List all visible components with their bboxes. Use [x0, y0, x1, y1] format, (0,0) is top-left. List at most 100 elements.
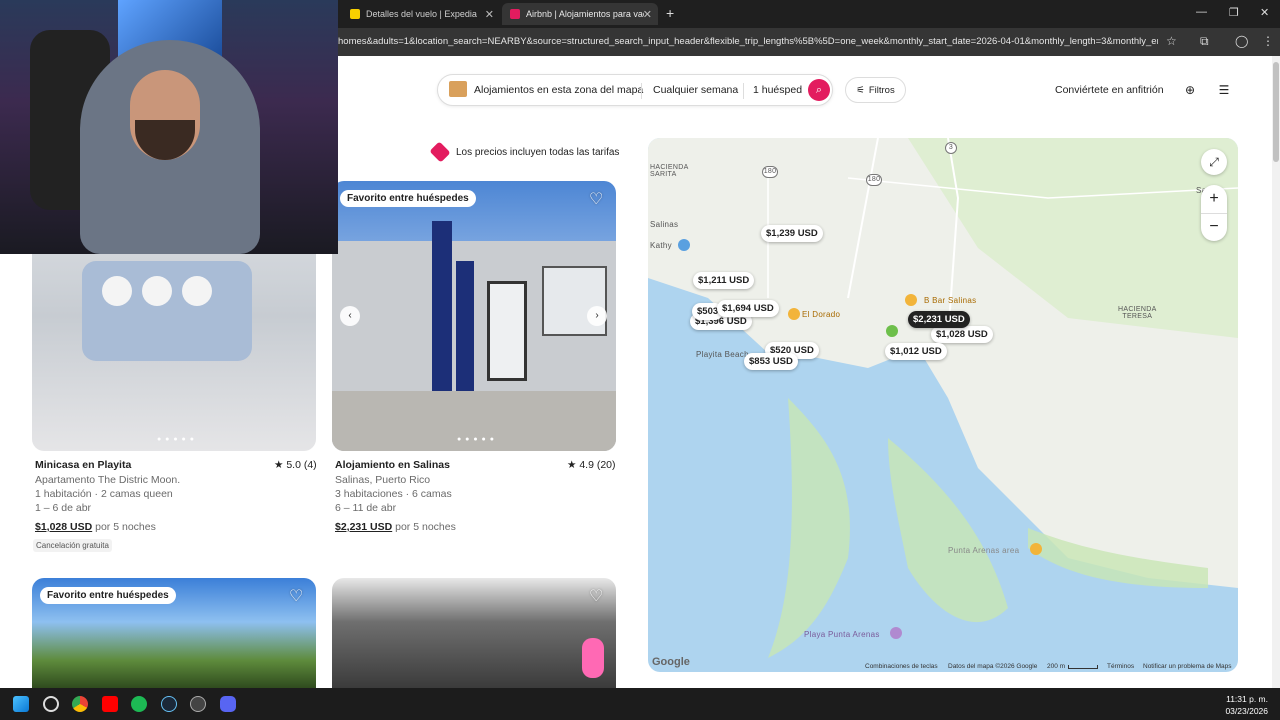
- close-tab-icon[interactable]: ✕: [485, 8, 494, 21]
- report-problem-link[interactable]: Notificar un problema de Maps: [1143, 663, 1232, 670]
- flamingo-graphic: [582, 638, 604, 678]
- zoom-in-button[interactable]: +: [1201, 185, 1227, 213]
- divider: [641, 83, 642, 99]
- dates-segment[interactable]: Cualquier semana: [653, 84, 738, 96]
- heart-icon[interactable]: ♡: [289, 586, 303, 606]
- address-bar[interactable]: homes&adults=1&location_search=NEARBY&so…: [338, 36, 1158, 47]
- windows-start-icon[interactable]: [13, 696, 29, 712]
- webcam-overlay: [0, 0, 338, 254]
- new-tab-icon[interactable]: +: [666, 5, 674, 21]
- zoom-controls: + −: [1201, 185, 1227, 241]
- discord-icon[interactable]: [220, 696, 236, 712]
- chrome-icon[interactable]: [72, 696, 88, 712]
- restaurant-poi-icon: [788, 308, 800, 320]
- zoom-out-button[interactable]: −: [1201, 213, 1227, 241]
- guests-segment[interactable]: 1 huésped: [753, 84, 802, 96]
- price-amount: $1,028 USD: [35, 521, 93, 533]
- free-cancellation-badge: Cancelación gratuita: [33, 539, 112, 552]
- tab-label: Airbnb | Alojamientos para vac: [526, 9, 644, 19]
- map-label-b-bar: B Bar Salinas: [924, 296, 977, 305]
- heart-icon[interactable]: ♡: [589, 586, 603, 606]
- listing-price[interactable]: $1,028 USD por 5 noches: [35, 521, 156, 533]
- scale-bar: [1068, 665, 1098, 669]
- scrollbar-thumb[interactable]: [1273, 62, 1279, 162]
- price-pin-selected[interactable]: $2,231 USD: [908, 311, 970, 328]
- bookmark-star-icon[interactable]: ☆: [1166, 34, 1177, 48]
- globe-icon[interactable]: ⊕: [1178, 78, 1202, 102]
- price-suffix: por 5 noches: [395, 521, 456, 533]
- flower-graphic: [142, 276, 172, 306]
- restore-icon[interactable]: ❐: [1229, 6, 1239, 19]
- listing-photo[interactable]: [332, 578, 616, 688]
- system-clock[interactable]: 11:31 p. m. 03/23/2026: [1225, 693, 1268, 717]
- beach-poi-icon: [890, 627, 902, 639]
- keyboard-shortcuts-link[interactable]: Combinaciones de teclas: [865, 663, 938, 670]
- location-segment[interactable]: Alojamientos en esta zona del mapa: [474, 84, 643, 96]
- close-window-icon[interactable]: ✕: [1260, 6, 1269, 19]
- map[interactable]: HACIENDA SARITA HACIENDA TERESA Salinas …: [648, 138, 1238, 672]
- listing-dates: 6 – 11 de abr: [335, 502, 397, 514]
- minimize-icon[interactable]: —: [1196, 6, 1207, 18]
- prev-photo-button[interactable]: ‹: [340, 306, 360, 326]
- pillow-graphic: [82, 261, 252, 361]
- listing-title[interactable]: Alojamiento en Salinas: [335, 459, 450, 471]
- youtube-icon[interactable]: [102, 696, 118, 712]
- flower-graphic: [182, 276, 212, 306]
- terms-link[interactable]: Términos: [1107, 663, 1134, 670]
- price-pin[interactable]: $1,694 USD: [717, 300, 779, 317]
- scale-label: 200 m: [1047, 663, 1066, 670]
- price-pin[interactable]: $1,211 USD: [693, 272, 755, 289]
- map-label-hacienda-sarita: HACIENDA SARITA: [650, 164, 689, 178]
- map-label-salinas-west: Salinas: [650, 220, 679, 229]
- listing-subtitle: Apartamento The Distric Moon.: [35, 474, 181, 486]
- search-bar[interactable]: Alojamientos en esta zona del mapa Cualq…: [437, 74, 833, 106]
- clock-date: 03/23/2026: [1225, 706, 1268, 716]
- column-graphic: [432, 221, 452, 391]
- app-icon[interactable]: [190, 696, 206, 712]
- tab-label: Detalles del vuelo | Expedia: [366, 9, 477, 19]
- scrollbar[interactable]: [1272, 56, 1280, 688]
- tab-expedia[interactable]: Detalles del vuelo | Expedia ✕: [342, 3, 500, 25]
- tab-airbnb[interactable]: Airbnb | Alojamientos para vac ✕: [502, 3, 658, 25]
- guest-favorite-badge: Favorito entre huéspedes: [340, 190, 476, 207]
- expedia-favicon-icon: [350, 9, 360, 19]
- price-pin[interactable]: $853 USD: [744, 353, 798, 370]
- search-icon[interactable]: [43, 696, 59, 712]
- price-pin[interactable]: $1,012 USD: [885, 343, 947, 360]
- listing-price[interactable]: $2,231 USD por 5 noches: [335, 521, 456, 533]
- spotify-icon[interactable]: [131, 696, 147, 712]
- taskbar: 11:31 p. m. 03/23/2026: [0, 688, 1280, 720]
- price-note-text: Los precios incluyen todas las tarifas: [456, 146, 620, 158]
- route-3-icon: 3: [945, 142, 957, 154]
- close-tab-icon[interactable]: ✕: [643, 8, 652, 21]
- price-note: Los precios incluyen todas las tarifas: [429, 141, 620, 163]
- clock-time: 11:31 p. m.: [1226, 694, 1268, 704]
- filters-label: Filtros: [868, 84, 895, 96]
- poi-icon: [1030, 543, 1042, 555]
- filters-button[interactable]: ⚟ Filtros: [845, 77, 906, 103]
- heart-icon[interactable]: ♡: [589, 189, 603, 209]
- price-pin[interactable]: $1,239 USD: [761, 225, 823, 242]
- more-menu-icon[interactable]: ⋮: [1262, 34, 1274, 48]
- next-photo-button[interactable]: ›: [587, 306, 607, 326]
- listing-title[interactable]: Minicasa en Playita: [35, 459, 131, 471]
- listing-photo[interactable]: [332, 181, 616, 451]
- extensions-icon[interactable]: ⧉: [1200, 34, 1209, 49]
- listing-subtitle: Salinas, Puerto Rico: [335, 474, 431, 486]
- price-suffix: por 5 noches: [95, 521, 156, 533]
- guest-favorite-badge: Favorito entre huéspedes: [40, 587, 176, 604]
- become-host-link[interactable]: Conviértete en anfitrión: [1055, 84, 1164, 96]
- map-label-playa-punta-arenas: Playa Punta Arenas: [804, 630, 880, 639]
- listing-rooms: 3 habitaciones · 6 camas: [335, 488, 452, 500]
- photo-dots: ● ● ● ● ●: [457, 436, 495, 443]
- profile-icon[interactable]: ◯: [1235, 34, 1248, 48]
- route-180-icon: 180: [762, 166, 778, 178]
- steam-icon[interactable]: [161, 696, 177, 712]
- price-pin[interactable]: $1,028 USD: [931, 326, 993, 343]
- hamburger-menu-icon[interactable]: ☰: [1212, 78, 1236, 102]
- map-label-kathy: Kathy: [650, 241, 672, 250]
- expand-map-icon[interactable]: ⤢: [1201, 149, 1227, 175]
- listing-rooms: 1 habitación · 2 camas queen: [35, 488, 173, 500]
- airbnb-favicon-icon: [510, 9, 520, 19]
- search-button[interactable]: ⌕: [808, 79, 830, 101]
